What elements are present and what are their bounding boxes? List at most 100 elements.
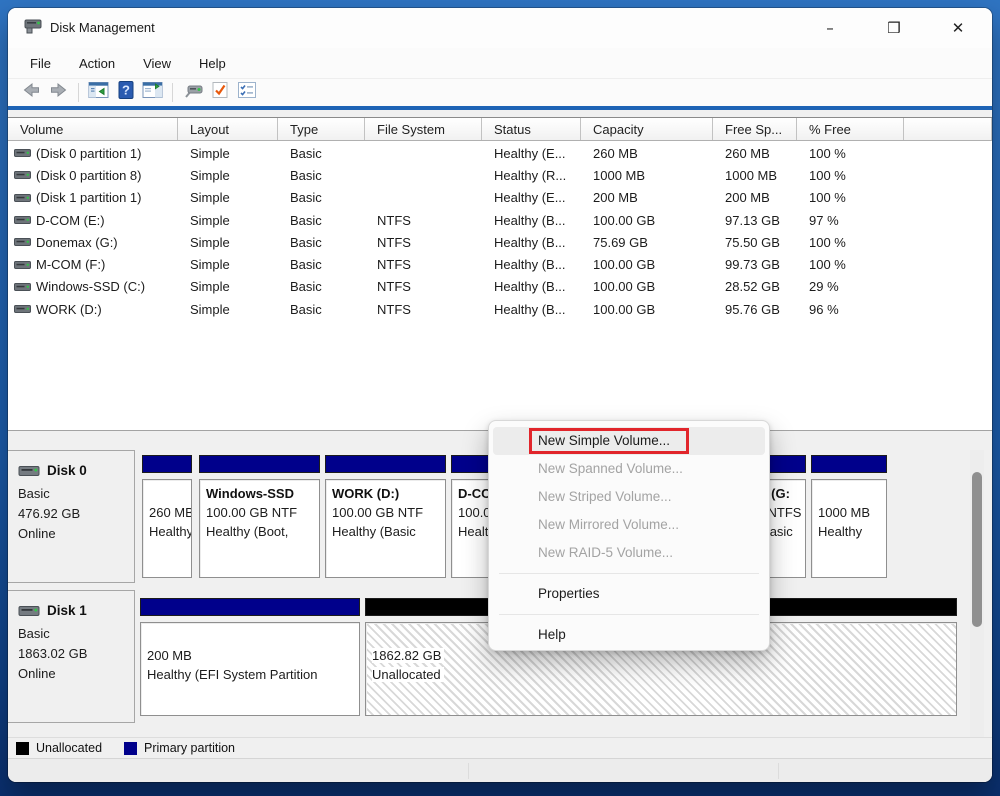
partition-body[interactable]: 260 MBHealthy xyxy=(142,479,192,578)
menu-item-help[interactable]: Help xyxy=(493,621,765,649)
menu-separator xyxy=(499,573,759,574)
cell-status: Healthy (E... xyxy=(482,187,581,209)
partition-line: Healthy (EFI System Partition xyxy=(147,665,353,684)
cell-text: 100 % xyxy=(809,235,846,250)
primary-partition-strip xyxy=(325,455,446,473)
partition-work-d[interactable]: WORK (D:)100.00 GB NTFHealthy (Basic xyxy=(325,455,446,578)
disk-1-label-panel[interactable]: Disk 1 Basic 1863.02 GB Online xyxy=(8,590,135,723)
volume-row-disk-0-partition-1[interactable]: (Disk 0 partition 1)SimpleBasicHealthy (… xyxy=(8,142,992,164)
cell-text: (Disk 0 partition 1) xyxy=(36,146,141,161)
disk-0-type: Basic xyxy=(18,484,124,504)
help-button[interactable]: ? xyxy=(112,81,139,105)
cell-capacity: 200 MB xyxy=(581,187,713,209)
partition-body[interactable]: WORK (D:)100.00 GB NTFHealthy (Basic xyxy=(325,479,446,578)
disk-1-type: Basic xyxy=(18,624,124,644)
menu-item-new-striped-volume: New Striped Volume... xyxy=(493,483,765,511)
cell-type: Basic xyxy=(278,164,365,186)
partition-windows-ssd[interactable]: Windows-SSD100.00 GB NTFHealthy (Boot, xyxy=(199,455,320,578)
cell-text: 100 % xyxy=(809,168,846,183)
partition-healthy[interactable]: 1000 MBHealthy xyxy=(811,455,887,578)
menu-help[interactable]: Help xyxy=(189,53,236,74)
partition-line: Healthy (Basic xyxy=(332,522,439,541)
column-header-status[interactable]: Status xyxy=(482,118,581,140)
cell-text: NTFS xyxy=(377,213,411,228)
cell-text: 100.00 GB xyxy=(593,257,655,272)
cell-free: 29 % xyxy=(797,276,904,298)
maximize-button[interactable]: ❒ xyxy=(862,8,926,48)
cell-text: Basic xyxy=(290,279,322,294)
volume-row-windows-ssd-c[interactable]: Windows-SSD (C:)SimpleBasicNTFSHealthy (… xyxy=(8,276,992,298)
back-button[interactable] xyxy=(18,81,45,105)
cell-status: Healthy (E... xyxy=(482,142,581,164)
volume-row-work-d[interactable]: WORK (D:)SimpleBasicNTFSHealthy (B...100… xyxy=(8,298,992,320)
graphical-pane-scrollbar[interactable] xyxy=(970,450,984,737)
volume-row-disk-0-partition-8[interactable]: (Disk 0 partition 8)SimpleBasicHealthy (… xyxy=(8,164,992,186)
window-title: Disk Management xyxy=(50,20,155,35)
cell-free-sp: 1000 MB xyxy=(713,164,797,186)
partition-line: 100.00 GB NTF xyxy=(332,503,439,522)
cell-text: NTFS xyxy=(377,257,411,272)
cell-text: Simple xyxy=(190,302,230,317)
menu-view[interactable]: View xyxy=(133,53,181,74)
cell-file-system xyxy=(365,187,482,209)
legend-label: Primary partition xyxy=(144,741,235,755)
partition-line-text: 1862.82 GB xyxy=(372,648,444,663)
cell-text: 200 MB xyxy=(593,190,638,205)
volume-row-d-com-e[interactable]: D-COM (E:)SimpleBasicNTFSHealthy (B...10… xyxy=(8,209,992,231)
partition-line-text: Healthy (Basic xyxy=(332,524,416,539)
partition-healthy[interactable]: 260 MBHealthy xyxy=(142,455,192,578)
menu-item-properties[interactable]: Properties xyxy=(493,580,765,608)
column-header-capacity[interactable]: Capacity xyxy=(581,118,713,140)
partition-body[interactable]: Windows-SSD100.00 GB NTFHealthy (Boot, xyxy=(199,479,320,578)
menu-file[interactable]: File xyxy=(20,53,61,74)
cell-text: 100 % xyxy=(809,257,846,272)
close-button[interactable]: ✕ xyxy=(926,8,990,48)
action-pane-button[interactable] xyxy=(139,81,166,105)
volume-row-disk-1-partition-1[interactable]: (Disk 1 partition 1)SimpleBasicHealthy (… xyxy=(8,187,992,209)
column-header-free[interactable]: % Free xyxy=(797,118,904,140)
volume-icon xyxy=(14,303,36,315)
cell-text: Healthy (R... xyxy=(494,168,566,183)
column-header-blank[interactable] xyxy=(904,118,992,140)
column-header-free-sp[interactable]: Free Sp... xyxy=(713,118,797,140)
menu-item-new-raid-5-volume: New RAID-5 Volume... xyxy=(493,539,765,567)
volume-row-m-com-f[interactable]: M-COM (F:)SimpleBasicNTFSHealthy (B...10… xyxy=(8,253,992,275)
legend-primary-partition: Primary partition xyxy=(124,741,235,755)
partition-body[interactable]: 1000 MBHealthy xyxy=(811,479,887,578)
forward-button[interactable] xyxy=(45,81,72,105)
primary-partition-strip xyxy=(811,455,887,473)
title-bar[interactable]: Disk Management – ❒ ✕ xyxy=(8,8,992,48)
column-header-layout[interactable]: Layout xyxy=(178,118,278,140)
cell-file-system: NTFS xyxy=(365,276,482,298)
disk-0-size: 476.92 GB xyxy=(18,504,124,524)
menu-item-new-simple-volume[interactable]: New Simple Volume... xyxy=(493,427,765,455)
cell-volume: D-COM (E:) xyxy=(8,209,178,231)
cell-free-sp: 99.73 GB xyxy=(713,253,797,275)
scrollbar-thumb[interactable] xyxy=(972,472,982,627)
cell-capacity: 75.69 GB xyxy=(581,231,713,253)
console-tree-button[interactable] xyxy=(85,81,112,105)
column-header-type[interactable]: Type xyxy=(278,118,365,140)
partition-body[interactable]: 200 MBHealthy (EFI System Partition xyxy=(140,622,360,716)
column-header-file-system[interactable]: File System xyxy=(365,118,482,140)
disk-1-name: Disk 1 xyxy=(47,603,87,618)
volume-row-donemax-g[interactable]: Donemax (G:)SimpleBasicNTFSHealthy (B...… xyxy=(8,231,992,253)
minimize-button[interactable]: – xyxy=(798,8,862,48)
cell-text: 260 MB xyxy=(725,146,770,161)
task-list-button[interactable] xyxy=(233,81,260,105)
column-header-volume[interactable]: Volume xyxy=(8,118,178,140)
cell-text: 28.52 GB xyxy=(725,279,780,294)
cell-text: 99.73 GB xyxy=(725,257,780,272)
partition-healthy-efi-system-partition[interactable]: 200 MBHealthy (EFI System Partition xyxy=(140,598,360,716)
cell-text: 100 % xyxy=(809,146,846,161)
menu-action[interactable]: Action xyxy=(69,53,125,74)
disk-0-label-panel[interactable]: Disk 0 Basic 476.92 GB Online xyxy=(8,450,135,583)
cell-text: Simple xyxy=(190,213,230,228)
disk-probe-button[interactable] xyxy=(179,81,206,105)
cell-text: Healthy (E... xyxy=(494,146,566,161)
cell-type: Basic xyxy=(278,298,365,320)
cell-free-sp: 95.76 GB xyxy=(713,298,797,320)
partition-title xyxy=(818,484,880,503)
check-document-button[interactable] xyxy=(206,81,233,105)
cell-capacity: 1000 MB xyxy=(581,164,713,186)
